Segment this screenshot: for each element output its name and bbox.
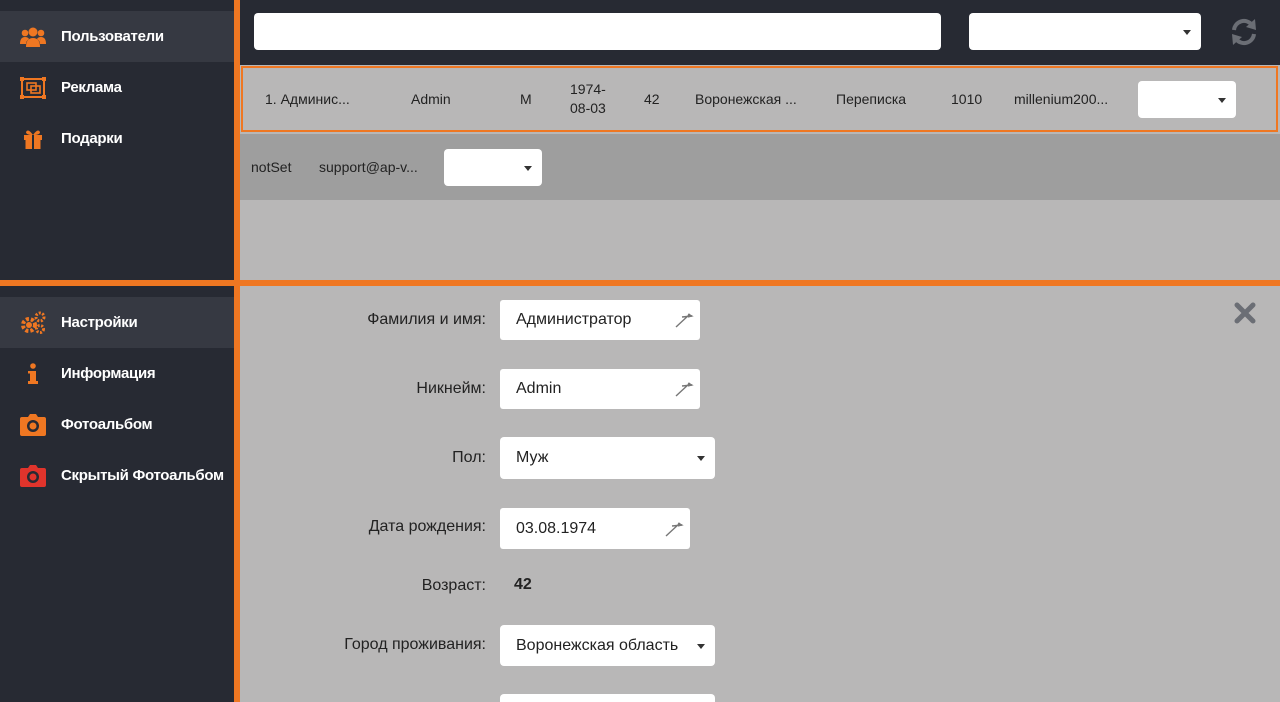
hidden-camera-icon [20,463,46,489]
user-state: notSet [251,159,292,175]
info-icon [20,361,46,387]
next-field-select[interactable] [500,694,715,702]
sidebar-item-users[interactable]: Пользователи [0,11,234,62]
user-nickname: Admin [411,91,451,107]
user-status: Переписка [836,91,907,107]
sidebar-bottom: Настройки Информация Фотоальбом Скрытый … [0,286,234,702]
sidebar-item-settings[interactable]: Настройки [0,297,234,348]
search-input[interactable] [254,13,941,50]
sidebar-item-label: Реклама [61,79,122,96]
user-region: Воронежская ... [695,91,797,107]
nickname-label: Никнейм: [416,380,486,397]
user-birthdate-line1: 1974- [570,81,606,97]
birthdate-value: 03.08.1974 [516,519,597,537]
sidebar-item-label: Скрытый Фотоальбом [61,467,224,484]
fullname-value: Администратор [516,311,632,328]
nickname-field[interactable]: Admin [500,369,700,409]
city-label: Город проживания: [344,636,486,653]
divider-horizontal[interactable] [0,280,1280,286]
close-icon[interactable] [1234,302,1256,324]
details-action-select[interactable] [444,149,542,186]
chevron-down-icon [524,165,532,171]
sidebar-item-ads[interactable]: Реклама [0,62,234,113]
sidebar-item-label: Настройки [61,314,138,331]
sidebar-item-label: Информация [61,365,156,382]
sidebar-item-photo-album[interactable]: Фотоальбом [0,399,234,450]
city-select[interactable]: Воронежская область [500,625,715,666]
user-name: 1. Админис... [265,91,350,107]
fullname-field[interactable]: Администратор [500,300,700,340]
user-id: 1010 [951,91,983,107]
sidebar-item-label: Фотоальбом [61,416,153,433]
users-icon [20,24,46,50]
gender-value: Муж [516,449,549,466]
nickname-value: Admin [516,380,562,397]
sidebar-top: Пользователи Реклама Подарки [0,0,234,280]
age-label: Возраст: [421,577,486,594]
row-action-select[interactable] [1138,81,1236,118]
age-value: 42 [514,576,532,593]
user-login: millenium200... [1014,91,1109,107]
gender-label: Пол: [452,449,486,466]
refresh-icon[interactable] [1228,16,1260,48]
chevron-down-icon [697,643,705,649]
table-row[interactable]: 1. Админис... Admin М 1974- 08-03 42 Вор… [241,66,1278,132]
edit-icon[interactable] [664,520,684,538]
filter-select[interactable] [969,13,1201,50]
sidebar-item-hidden-photo-album[interactable]: Скрытый Фотоальбом [0,450,234,501]
birthdate-field[interactable]: 03.08.1974 [500,508,690,549]
divider-vertical-bottom [234,286,240,702]
gender-select[interactable]: Муж [500,437,715,479]
camera-icon [20,412,46,438]
table-row-details: notSet support@ap-v... [240,134,1280,200]
edit-icon[interactable] [674,380,694,398]
user-birthdate: 1974- 08-03 [570,68,606,130]
sidebar-item-gifts[interactable]: Подарки [0,113,234,164]
gift-icon [20,126,46,152]
sidebar-item-info[interactable]: Информация [0,348,234,399]
user-gender: М [520,91,532,107]
city-value: Воронежская область [516,636,679,654]
chevron-down-icon [1183,29,1191,35]
chevron-down-icon [1218,97,1226,103]
user-birthdate-line2: 08-03 [570,100,606,116]
birthdate-label: Дата рождения: [368,518,486,535]
sidebar-item-label: Подарки [61,130,123,147]
edit-icon[interactable] [674,311,694,329]
ads-icon [20,75,46,101]
gears-icon [20,310,46,336]
user-email: support@ap-v... [319,159,418,175]
fullname-label: Фамилия и имя: [367,311,486,328]
user-age: 42 [644,91,660,107]
sidebar-item-label: Пользователи [61,28,164,45]
chevron-down-icon [697,456,705,461]
